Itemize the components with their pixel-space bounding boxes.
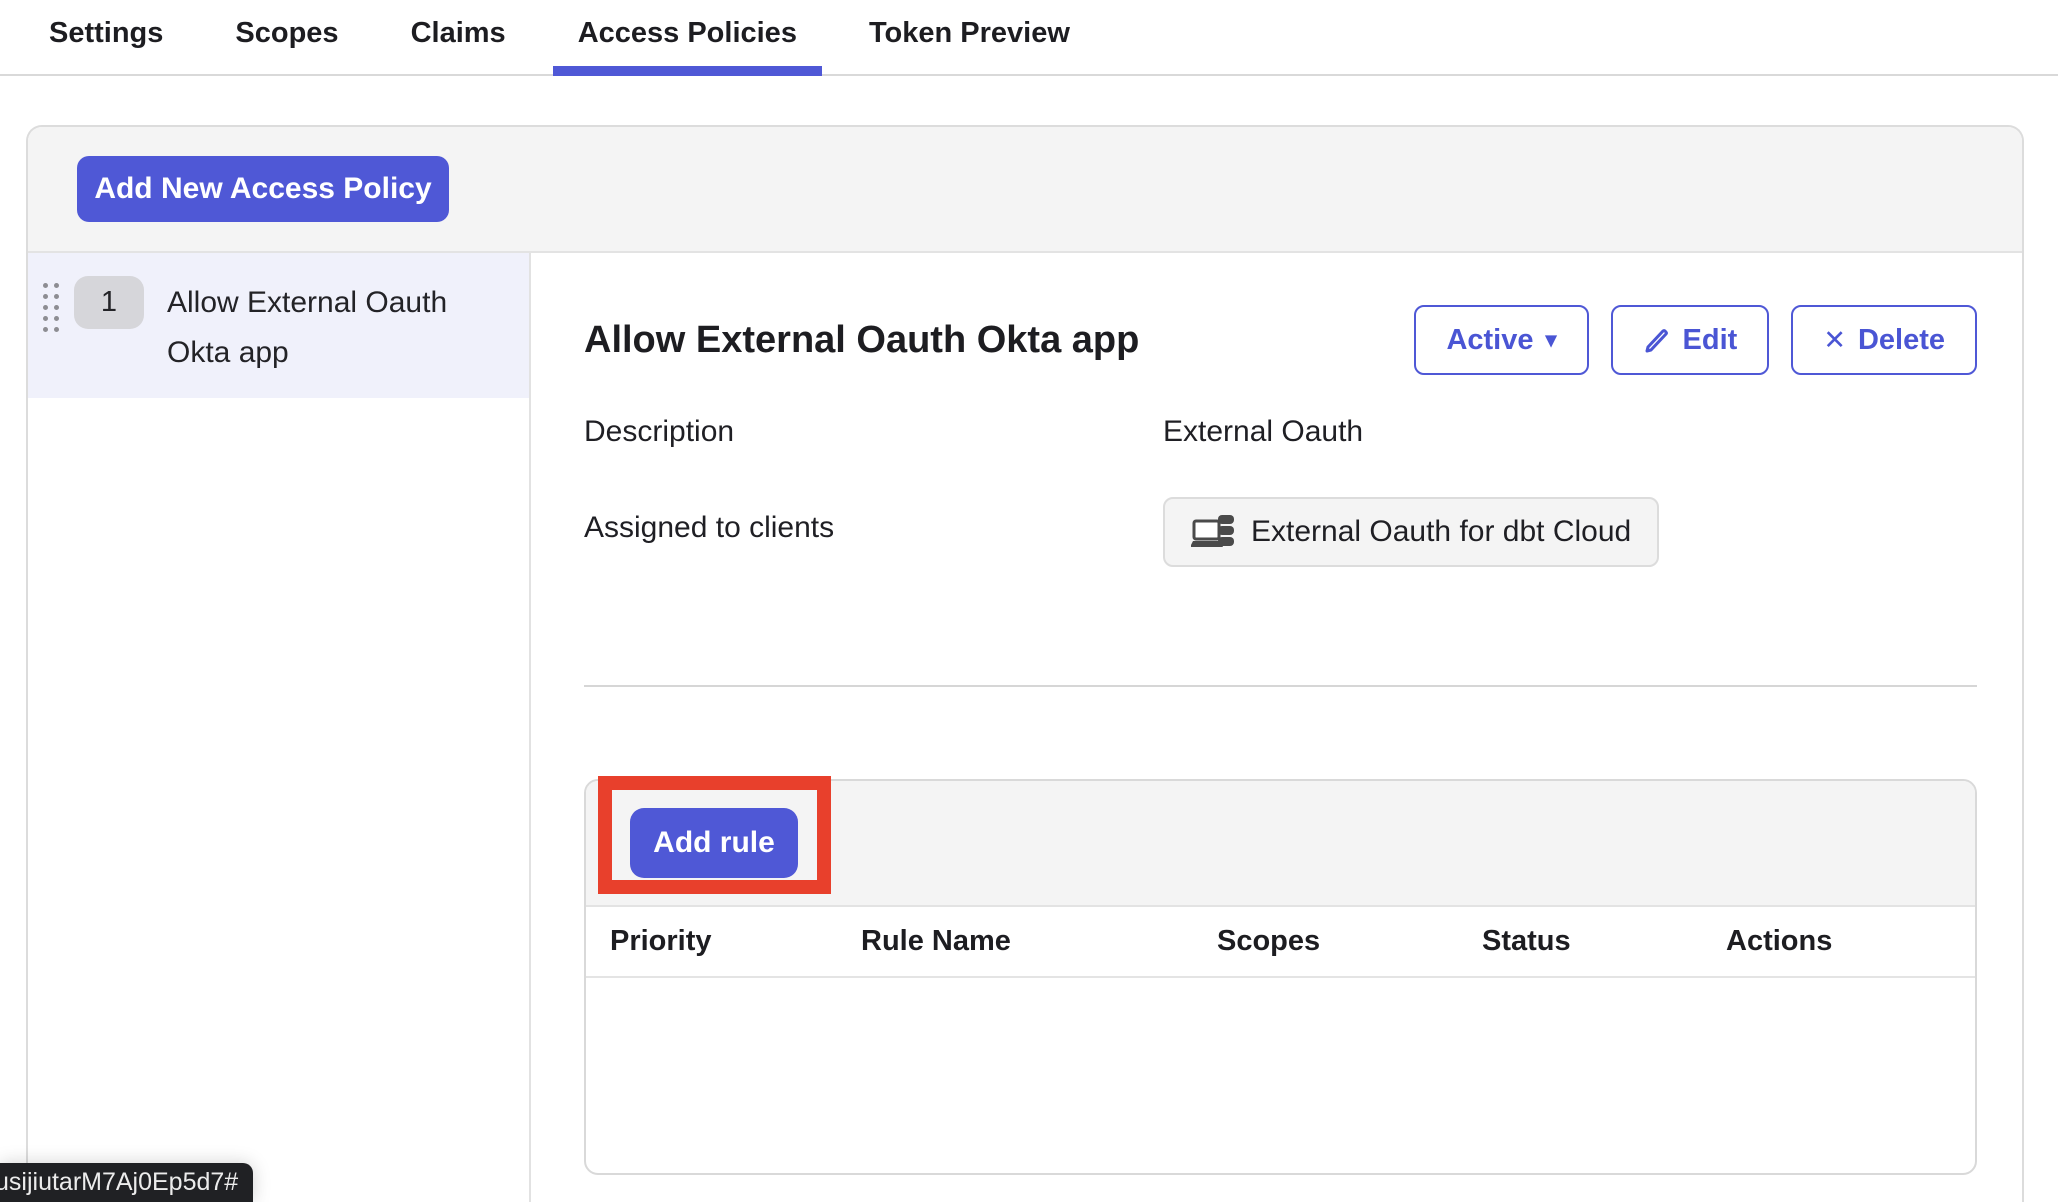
rules-table-header: Priority Rule Name Scopes Status Actions bbox=[586, 907, 1975, 978]
delete-label: Delete bbox=[1858, 324, 1945, 357]
url-status-text: usijiutarM7Aj0Ep5d7# bbox=[0, 1168, 238, 1197]
rules-table-empty-body bbox=[586, 978, 1975, 1173]
priority-badge: 1 bbox=[74, 276, 144, 329]
assigned-clients-label: Assigned to clients bbox=[584, 511, 1163, 545]
client-computer-icon bbox=[1191, 513, 1237, 551]
column-header-scopes: Scopes bbox=[1217, 925, 1482, 958]
access-policies-card: Add New Access Policy 1 Allow External O… bbox=[26, 125, 2024, 1202]
chevron-down-icon: ▾ bbox=[1546, 327, 1557, 353]
drag-handle-icon[interactable] bbox=[43, 283, 59, 332]
description-value: External Oauth bbox=[1163, 415, 1977, 449]
column-header-priority: Priority bbox=[610, 925, 861, 958]
policy-fields: Description External Oauth Assigned to c… bbox=[584, 415, 1977, 567]
delete-button[interactable]: ✕ Delete bbox=[1791, 305, 1977, 375]
edit-button[interactable]: Edit bbox=[1611, 305, 1770, 375]
column-header-status: Status bbox=[1482, 925, 1726, 958]
url-status-tooltip: usijiutarM7Aj0Ep5d7# bbox=[0, 1163, 253, 1202]
policy-list-item[interactable]: 1 Allow External Oauth Okta app bbox=[28, 253, 529, 398]
policy-name: Allow External Oauth Okta app bbox=[167, 276, 447, 378]
rules-panel-header: Add rule bbox=[586, 781, 1975, 907]
column-header-rule-name: Rule Name bbox=[861, 925, 1217, 958]
column-header-actions: Actions bbox=[1726, 925, 1975, 958]
policy-detail-pane: Allow External Oauth Okta app Active ▾ E… bbox=[531, 253, 2023, 1202]
description-label: Description bbox=[584, 415, 1163, 449]
card-body: 1 Allow External Oauth Okta app Allow Ex… bbox=[28, 253, 2022, 1202]
tab-bar: Settings Scopes Claims Access Policies T… bbox=[0, 0, 2058, 76]
section-divider bbox=[584, 685, 1977, 687]
rules-panel: Add rule Priority Rule Name Scopes Statu… bbox=[584, 779, 1977, 1175]
status-dropdown-button[interactable]: Active ▾ bbox=[1414, 305, 1588, 375]
client-chip[interactable]: External Oauth for dbt Cloud bbox=[1163, 497, 1659, 567]
edit-pencil-icon bbox=[1643, 326, 1671, 354]
tab-token-preview[interactable]: Token Preview bbox=[844, 0, 1095, 76]
add-new-access-policy-button[interactable]: Add New Access Policy bbox=[77, 156, 449, 222]
policy-title: Allow External Oauth Okta app bbox=[584, 305, 1139, 375]
client-chip-label: External Oauth for dbt Cloud bbox=[1251, 515, 1631, 549]
tab-scopes[interactable]: Scopes bbox=[210, 0, 363, 76]
policy-list: 1 Allow External Oauth Okta app bbox=[28, 253, 531, 1202]
tab-access-policies[interactable]: Access Policies bbox=[553, 0, 822, 76]
status-label: Active bbox=[1446, 324, 1533, 357]
close-icon: ✕ bbox=[1823, 325, 1846, 356]
tab-claims[interactable]: Claims bbox=[386, 0, 531, 76]
policy-name-line1: Allow External Oauth bbox=[167, 286, 447, 319]
policy-action-buttons: Active ▾ Edit ✕ Delete bbox=[1414, 305, 1977, 375]
add-rule-button[interactable]: Add rule bbox=[630, 808, 798, 878]
policy-name-line2: Okta app bbox=[167, 336, 289, 369]
card-header: Add New Access Policy bbox=[28, 127, 2022, 253]
tab-settings[interactable]: Settings bbox=[24, 0, 188, 76]
edit-label: Edit bbox=[1683, 324, 1738, 357]
